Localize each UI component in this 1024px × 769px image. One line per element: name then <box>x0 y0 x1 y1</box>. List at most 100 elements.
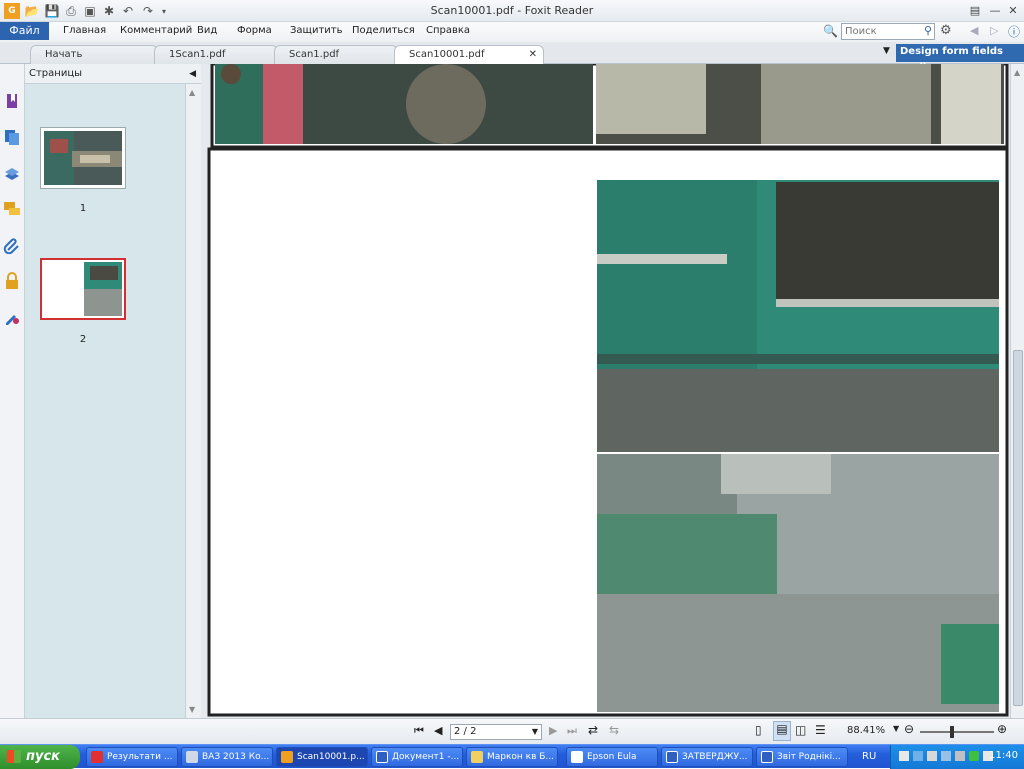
page-number-field[interactable]: 2 / 2 ▼ <box>450 724 542 740</box>
settings-icon[interactable]: ⚙ <box>940 23 952 38</box>
continuous-facing-icon[interactable]: ☰ <box>815 723 826 737</box>
taskbar-label: ВАЗ 2013 Ко... <box>202 752 270 762</box>
viewer-scroll-up-icon[interactable]: ▲ <box>1014 68 1020 77</box>
new-icon[interactable]: ✱ <box>101 3 117 19</box>
continuous-page-icon[interactable]: ▤ <box>773 721 791 741</box>
search-icon[interactable]: ⚲ <box>924 24 932 37</box>
print-icon[interactable]: ⎙ <box>63 3 79 19</box>
restore-ribbon-icon[interactable]: ▤ <box>966 3 984 19</box>
thumbnail-image-2 <box>44 262 122 316</box>
tray-icon-1[interactable] <box>899 751 909 761</box>
thumbnail-image-1 <box>44 131 122 185</box>
attachment-icon[interactable] <box>3 236 21 254</box>
screen-icon[interactable]: ▣ <box>82 3 98 19</box>
taskbar-label: Звіт Роднікі... <box>777 752 841 762</box>
page-thumbnail-2[interactable] <box>40 258 126 320</box>
zoom-slider[interactable] <box>920 726 994 738</box>
taskbar-item-epson[interactable]: Epson Eula <box>566 747 658 767</box>
close-tab-icon[interactable]: ✕ <box>529 46 537 64</box>
start-button[interactable]: пуск <box>0 745 80 769</box>
comments-icon[interactable] <box>3 200 21 218</box>
customize-icon[interactable]: ▾ <box>156 3 172 19</box>
page-dropdown-icon[interactable]: ▼ <box>532 725 538 739</box>
menu-help[interactable]: Справка <box>426 25 470 36</box>
tray-icon-4[interactable] <box>941 751 951 761</box>
document-viewer[interactable] <box>201 62 1010 718</box>
bookmark-icon[interactable] <box>3 92 21 110</box>
viewer-scroll-thumb[interactable] <box>1013 350 1023 706</box>
clock[interactable]: 11:40 <box>989 750 1018 761</box>
prev-view-icon[interactable]: ◀ <box>970 24 978 37</box>
help-icon[interactable]: ⓘ <box>1008 23 1020 40</box>
panel-scrollbar[interactable]: ▲ ▼ <box>185 84 201 718</box>
taskbar-label: Результати ... <box>107 752 173 762</box>
scroll-down-icon[interactable]: ▼ <box>189 705 195 714</box>
signature-icon[interactable] <box>3 308 21 326</box>
single-page-icon[interactable]: ▯ <box>755 723 762 737</box>
taskbar-item-vaz[interactable]: ВАЗ 2013 Ко... <box>181 747 273 767</box>
layers-icon[interactable] <box>3 164 21 182</box>
folder-icon <box>471 751 483 763</box>
taskbar-item-folder[interactable]: Маркон кв Б... <box>466 747 558 767</box>
taskbar-label: Epson Eula <box>587 752 637 762</box>
close-icon[interactable]: ✕ <box>1004 3 1022 19</box>
menu-comment[interactable]: Комментарий <box>120 25 192 36</box>
word-icon <box>376 751 388 763</box>
system-tray: 11:40 <box>890 745 1024 769</box>
next-view-icon[interactable]: ▷ <box>990 24 998 37</box>
next-page-icon[interactable]: ▶ <box>549 724 557 737</box>
menu-home[interactable]: Главная <box>63 25 106 36</box>
previous-view-icon[interactable]: ⇄ <box>588 723 598 737</box>
security-icon[interactable] <box>3 272 21 290</box>
pages-icon[interactable] <box>3 128 21 146</box>
menu-view[interactable]: Вид <box>197 25 217 36</box>
taskbar-item-yandex[interactable]: Результати ... <box>86 747 178 767</box>
first-page-icon[interactable]: ⏮ <box>414 724 424 738</box>
minimize-icon[interactable]: — <box>986 3 1004 19</box>
next-view-doc-icon[interactable]: ⇆ <box>609 723 619 737</box>
scroll-up-icon[interactable]: ▲ <box>189 88 195 97</box>
foxit-icon <box>281 751 293 763</box>
last-page-icon[interactable]: ⏭ <box>567 724 577 738</box>
design-form-tooltip[interactable]: Design form fields easily <box>896 44 1024 73</box>
menu-protect[interactable]: Защитить <box>290 25 343 36</box>
menu-share[interactable]: Поделиться <box>352 25 415 36</box>
taskbar-item-approve[interactable]: ЗАТВЕРДЖУ... <box>661 747 753 767</box>
menu-form[interactable]: Форма <box>237 25 272 36</box>
windows-logo-icon <box>7 750 21 763</box>
zoom-level[interactable]: 88.41% <box>847 725 885 736</box>
taskbar-item-document[interactable]: Документ1 -... <box>371 747 463 767</box>
facing-page-icon[interactable]: ◫ <box>795 723 806 737</box>
taskbar-item-foxit[interactable]: Scan10001.p... <box>276 747 368 767</box>
save-icon[interactable]: 💾 <box>44 3 60 19</box>
collapse-panel-icon[interactable]: ◀ <box>189 64 196 84</box>
search-input[interactable] <box>842 24 918 39</box>
viewer-scrollbar[interactable]: ▲ <box>1010 64 1024 718</box>
shield-icon[interactable] <box>969 751 979 761</box>
undo-icon[interactable]: ↶ <box>120 3 136 19</box>
language-indicator[interactable]: RU <box>862 751 876 762</box>
open-icon[interactable]: 📂 <box>24 3 40 19</box>
tray-icon-2[interactable] <box>913 751 923 761</box>
tray-icon-3[interactable] <box>927 751 937 761</box>
zoom-slider-thumb[interactable] <box>950 726 954 738</box>
taskbar-item-report[interactable]: Звіт Роднікі... <box>756 747 848 767</box>
tray-icon-5[interactable] <box>955 751 965 761</box>
page-thumbnail-1[interactable] <box>40 127 126 189</box>
taskbar-label: ЗАТВЕРДЖУ... <box>682 752 748 762</box>
tab-list-icon[interactable]: ▼ <box>883 46 890 56</box>
prev-page-icon[interactable]: ◀ <box>434 724 442 737</box>
tab-1scan1[interactable]: 1Scan1.pdf <box>154 45 278 64</box>
yandex-icon <box>91 751 103 763</box>
tab-scan1[interactable]: Scan1.pdf <box>274 45 398 64</box>
find-icon[interactable]: 🔍 <box>823 24 838 38</box>
zoom-dropdown-icon[interactable]: ▼ <box>893 724 899 733</box>
redo-icon[interactable]: ↷ <box>140 3 156 19</box>
file-menu-button[interactable]: Файл <box>0 22 49 40</box>
zoom-out-icon[interactable]: ⊖ <box>904 722 914 736</box>
tab-start[interactable]: Начать <box>30 45 158 64</box>
checkmark-icon <box>571 751 583 763</box>
zoom-in-icon[interactable]: ⊕ <box>997 722 1007 736</box>
status-bar: ⏮ ◀ 2 / 2 ▼ ▶ ⏭ ⇄ ⇆ ▯ ▤ ◫ ☰ 88.41% ▼ ⊖ ⊕ <box>0 718 1024 744</box>
tab-scan10001[interactable]: Scan10001.pdf ✕ <box>394 45 544 65</box>
